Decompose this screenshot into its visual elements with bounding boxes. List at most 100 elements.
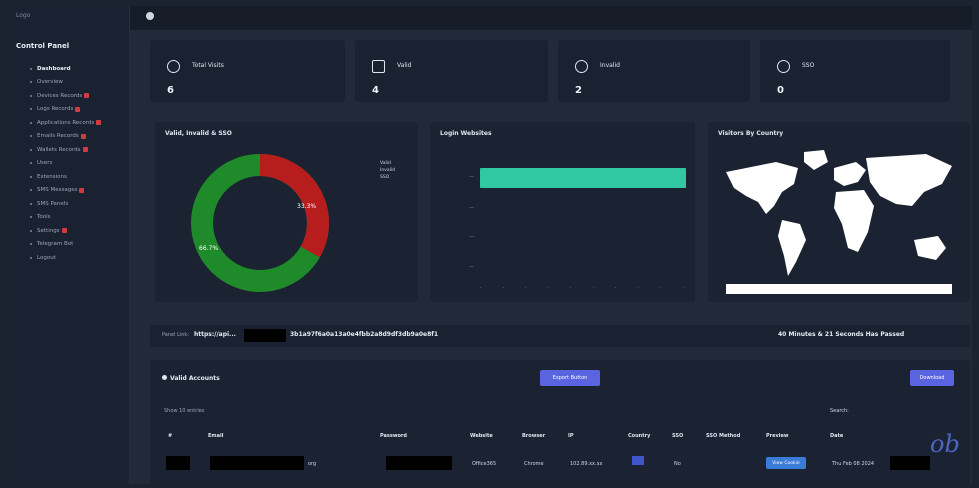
x-tick: · [570, 286, 572, 291]
stat-card-invalid: Invalid 2 [558, 40, 750, 102]
bullet-icon [30, 94, 32, 97]
check-square-icon [372, 60, 385, 73]
show-entries[interactable]: Show 10 entries [164, 408, 204, 414]
topbar [130, 6, 972, 30]
sidebar-item-label: SMS Panels [37, 200, 69, 207]
count-badge [79, 187, 85, 193]
sidebar-item-settings[interactable]: Settings [8, 224, 130, 238]
valid-accounts-title: Valid Accounts [162, 375, 220, 382]
sidebar-item-label: Overview [37, 79, 63, 86]
sidebar-item-sms-panels[interactable]: SMS Panels [8, 197, 130, 211]
sidebar-item-emails-records[interactable]: Emails Records [8, 130, 130, 144]
sidebar-item-label: SMS Messages [37, 187, 78, 194]
col-num[interactable]: # [168, 433, 172, 439]
col-browser[interactable]: Browser [522, 433, 545, 439]
sidebar-item-sms-messages[interactable]: SMS Messages [8, 184, 130, 198]
login-websites-title: Login Websites [440, 130, 492, 137]
view-cookie-button[interactable]: View Cookie [766, 457, 806, 469]
stat-label: Invalid [600, 62, 620, 69]
cell-date: Thu Feb 08 2024 [832, 461, 875, 467]
donut-valid-label: 66.7% [199, 245, 218, 252]
export-button[interactable]: Export Button [540, 370, 600, 386]
bullet-icon [30, 243, 32, 246]
sidebar-item-dashboard[interactable]: Dashboard [8, 62, 130, 76]
map-antarctica [726, 284, 952, 294]
legend-item-valid: Valid [380, 161, 391, 166]
stat-card-valid: Valid 4 [355, 40, 548, 102]
col-email[interactable]: Email [208, 433, 223, 439]
menu-toggle-icon[interactable] [146, 12, 154, 20]
x-tick: · [547, 286, 549, 291]
sidebar-item-extensions[interactable]: Extensions [8, 170, 130, 184]
y-axis-label: — [469, 206, 475, 211]
sidebar-item-telegram-bot[interactable]: Telegram Bot [8, 238, 130, 252]
col-preview[interactable]: Preview [766, 433, 789, 439]
x-circle-icon [575, 60, 588, 73]
donut-title: Valid, Invalid & SSO [165, 130, 232, 137]
redaction-block [890, 456, 930, 470]
download-button[interactable]: Download [910, 370, 954, 386]
sidebar-item-label: Telegram Bot [37, 241, 74, 248]
count-badge [61, 228, 67, 234]
count-badge [84, 93, 90, 99]
donut-chart: 33.3% 66.7% [185, 150, 345, 304]
col-sso[interactable]: SSO [672, 433, 683, 439]
cell-sso: No [674, 461, 681, 467]
login-websites-card: Login Websites — — — — · · · · · · · · · · [430, 122, 695, 302]
sidebar-item-users[interactable]: Users [8, 157, 130, 171]
sidebar-item-label: Dashboard [37, 65, 71, 72]
x-tick: · [480, 286, 482, 291]
sidebar-item-logout[interactable]: Logout [8, 251, 130, 265]
y-axis-label: — [469, 235, 475, 240]
bullet-icon [30, 256, 32, 259]
stat-value: 6 [167, 85, 174, 96]
sidebar-item-wallets-records[interactable]: Wallets Records [8, 143, 130, 157]
user-icon [162, 375, 167, 380]
sidebar-item-applications-records[interactable]: Applications Records [8, 116, 130, 130]
search-label: Search: [830, 408, 849, 414]
bullet-icon [30, 202, 32, 205]
bullet-icon [30, 229, 32, 232]
panel-link[interactable]: https://api... [194, 331, 236, 338]
x-tick: · [525, 286, 527, 291]
stat-label: SSO [802, 62, 815, 69]
col-website[interactable]: Website [470, 433, 493, 439]
redaction-block [386, 456, 452, 470]
sidebar-logo-text: Logo [16, 12, 31, 19]
redaction-block [166, 456, 190, 470]
stat-value: 2 [575, 85, 582, 96]
bullet-icon [30, 135, 32, 138]
col-country[interactable]: Country [628, 433, 650, 439]
map-south-america [778, 220, 806, 276]
count-badge [96, 120, 102, 126]
sidebar-item-label: Emails Records [37, 133, 79, 140]
sidebar-item-label: Extensions [37, 173, 67, 180]
legend-item-invalid: Invalid [380, 168, 395, 173]
map-europe [834, 162, 866, 186]
col-sso-method[interactable]: SSO Method [706, 433, 740, 439]
x-tick: · [660, 286, 662, 291]
legend-item-sso: SSO [380, 175, 390, 180]
stat-card-total-visits: Total Visits 6 [150, 40, 345, 102]
bullet-icon [30, 189, 32, 192]
count-badge [82, 147, 88, 153]
main-content: Total Visits 6 Valid 4 Invalid 2 SSO 0 V… [130, 30, 972, 484]
eye-icon [167, 60, 180, 73]
cell-email-suffix: org [308, 461, 317, 467]
sidebar-item-tools[interactable]: Tools [8, 211, 130, 225]
sidebar-menu: Dashboard Overview Devices Records Logs Rec… [8, 62, 130, 265]
cell-ip: 102.89.xx.xx [570, 461, 603, 467]
sidebar-item-overview[interactable]: Overview [8, 76, 130, 90]
bullet-icon [30, 81, 32, 84]
col-ip[interactable]: IP [568, 433, 574, 439]
col-date[interactable]: Date [830, 433, 843, 439]
sidebar-item-label: Users [37, 160, 53, 167]
donut-invalid-label: 33.3% [297, 203, 316, 210]
donut-legend: Valid Invalid SSO [380, 160, 395, 181]
map-asia [866, 154, 952, 206]
col-password[interactable]: Password [380, 433, 407, 439]
sidebar-item-logs-records[interactable]: Logs Records [8, 103, 130, 117]
bullet-icon [30, 108, 32, 111]
sidebar-item-devices-records[interactable]: Devices Records [8, 89, 130, 103]
map-greenland [804, 150, 828, 170]
